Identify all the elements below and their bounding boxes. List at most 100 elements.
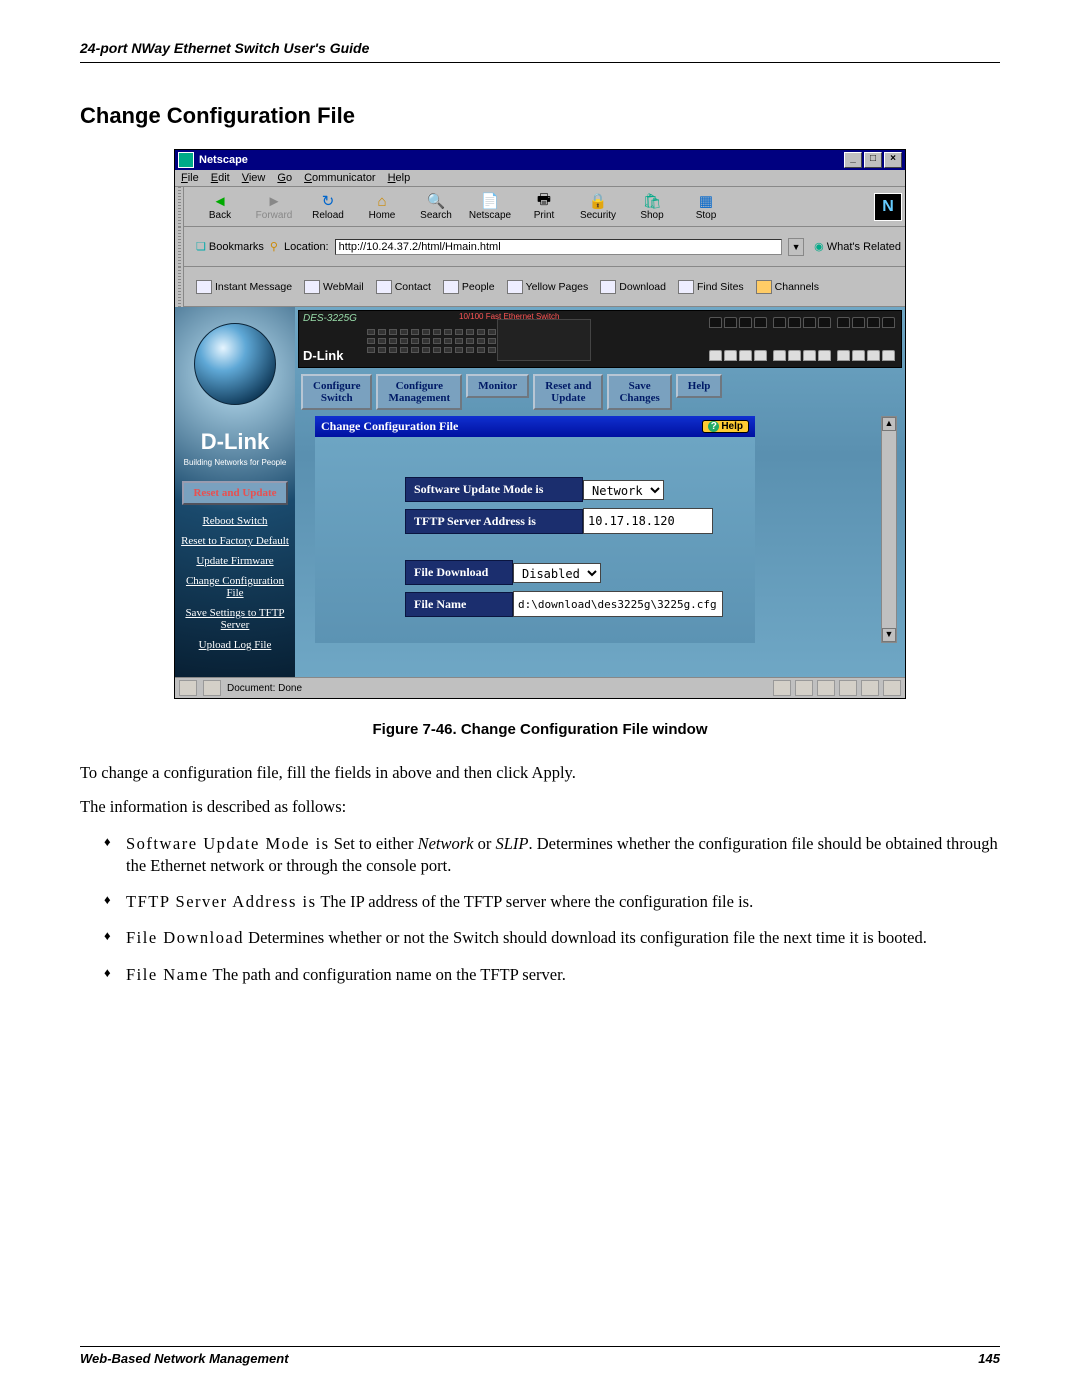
location-label: Location: [284,241,329,253]
bookmarks-button[interactable]: ❏ Bookmarks [196,240,264,253]
status-text: Document: Done [227,683,302,694]
tab-configure-management[interactable]: ConfigureManagement [376,374,462,410]
status-lock-icon [179,680,197,696]
link-channels[interactable]: Channels [756,280,819,294]
whats-related[interactable]: ◉ What's Related [814,240,901,253]
linkbar: Instant Message WebMail Contact People Y… [184,267,905,307]
figure-caption: Figure 7-46. Change Configuration File w… [80,721,1000,738]
menu-help[interactable]: Help [388,172,411,184]
stop-button[interactable]: ▦Stop [682,192,730,221]
sidebar: D-Link Building Networks for People Rese… [175,307,295,677]
tab-reset-update[interactable]: Reset andUpdate [533,374,603,410]
body-para-1: To change a configuration file, fill the… [80,762,1000,784]
link-find-sites[interactable]: Find Sites [678,280,744,294]
contact-icon [376,280,392,294]
sidebar-link-change-config[interactable]: Change Configuration File [179,571,291,603]
locbar-grip[interactable] [175,227,184,267]
config-panel: Change Configuration File Help Software … [315,416,755,643]
status-cookie-icon [203,680,221,696]
label-file-name: File Name [405,592,513,617]
link-instant-message[interactable]: Instant Message [196,280,292,294]
section-title: Change Configuration File [80,103,1000,129]
menu-edit[interactable]: Edit [211,172,230,184]
definition-list: Software Update Mode is Set to either Ne… [80,833,1000,986]
link-contact[interactable]: Contact [376,280,431,294]
menu-view[interactable]: View [242,172,266,184]
maximize-button[interactable]: □ [864,152,882,168]
body-para-2: The information is described as follows: [80,796,1000,818]
device-banner: DES-3225G 10/100 Fast Ethernet Switch D-… [298,310,902,368]
status-icon-2[interactable] [795,680,813,696]
location-dropdown[interactable]: ▼ [788,238,804,256]
link-yellow-pages[interactable]: Yellow Pages [507,280,589,294]
tab-row: ConfigureSwitch ConfigureManagement Moni… [295,371,905,416]
home-button[interactable]: ⌂Home [358,192,406,221]
scrollbar[interactable]: ▲ ▼ [881,416,897,643]
footer-page-number: 145 [978,1351,1000,1366]
input-file-name[interactable] [513,591,723,617]
page-footer: Web-Based Network Management 145 [80,1346,1000,1366]
tab-monitor[interactable]: Monitor [466,374,529,398]
device-brand: D-Link [303,348,343,363]
sidebar-link-update-firmware[interactable]: Update Firmware [179,551,291,571]
panel-help-button[interactable]: Help [702,420,749,433]
sidebar-link-reset-factory[interactable]: Reset to Factory Default [179,531,291,551]
sidebar-link-save-tftp[interactable]: Save Settings to TFTP Server [179,603,291,635]
doc-header: 24-port NWay Ethernet Switch User's Guid… [80,40,1000,56]
throbber-icon: N [874,193,902,221]
link-people[interactable]: People [443,280,495,294]
statusbar: Document: Done [175,677,905,698]
device-model: DES-3225G [303,313,357,324]
security-button[interactable]: 🔒Security [574,192,622,221]
forward-button[interactable]: ►Forward [250,192,298,221]
status-icon-6[interactable] [883,680,901,696]
back-button[interactable]: ◄Back [196,192,244,221]
linkbar-grip[interactable] [175,267,184,307]
netscape-icon [178,152,194,168]
device-mid-module [497,319,591,361]
toolbar-grip[interactable] [175,187,184,227]
tab-configure-switch[interactable]: ConfigureSwitch [301,374,372,410]
netscape-window: Netscape _ □ × FFileile Edit View Go Com… [174,149,906,699]
panel-title: Change Configuration File Help [315,416,755,437]
menubar: FFileile Edit View Go Communicator Help [175,170,905,187]
menu-communicator[interactable]: Communicator [304,172,376,184]
link-download[interactable]: Download [600,280,666,294]
minimize-button[interactable]: _ [844,152,862,168]
select-update-mode[interactable]: Network [583,480,664,500]
bookmark-icon: ❏ [196,240,206,253]
scroll-up-icon[interactable]: ▲ [882,417,896,431]
select-file-download[interactable]: Disabled [513,563,601,583]
scroll-down-icon[interactable]: ▼ [882,628,896,642]
sidebar-link-upload-log[interactable]: Upload Log File [179,635,291,655]
device-slot-top [709,317,895,328]
sidebar-link-reboot[interactable]: Reboot Switch [179,511,291,531]
globe-icon [194,323,276,405]
status-icon-5[interactable] [861,680,879,696]
tab-help[interactable]: Help [676,374,723,398]
people2-icon [443,280,459,294]
menu-file[interactable]: FFileile [181,172,199,184]
close-button[interactable]: × [884,152,902,168]
label-file-download: File Download [405,560,513,585]
reload-button[interactable]: ↻Reload [304,192,352,221]
port-grid [367,329,496,353]
main-area: DES-3225G 10/100 Fast Ethernet Switch D-… [295,307,905,677]
print-button[interactable]: 🖶Print [520,192,568,221]
titlebar: Netscape _ □ × [175,150,905,170]
label-update-mode: Software Update Mode is [405,477,583,502]
shop-button[interactable]: 🛍Shop [628,192,676,221]
window-title: Netscape [199,154,248,166]
tab-save-changes[interactable]: SaveChanges [607,374,671,410]
status-icon-4[interactable] [839,680,857,696]
menu-go[interactable]: Go [277,172,292,184]
netscape-button[interactable]: 📄Netscape [466,192,514,221]
location-icon: ⚲ [270,240,278,253]
location-input[interactable]: http://10.24.37.2/html/Hmain.html [335,239,783,255]
status-icon-3[interactable] [817,680,835,696]
status-icon-1[interactable] [773,680,791,696]
link-webmail[interactable]: WebMail [304,280,364,294]
search-button[interactable]: 🔍Search [412,192,460,221]
input-tftp-address[interactable] [583,508,713,534]
brand-logo: D-Link [201,429,269,455]
